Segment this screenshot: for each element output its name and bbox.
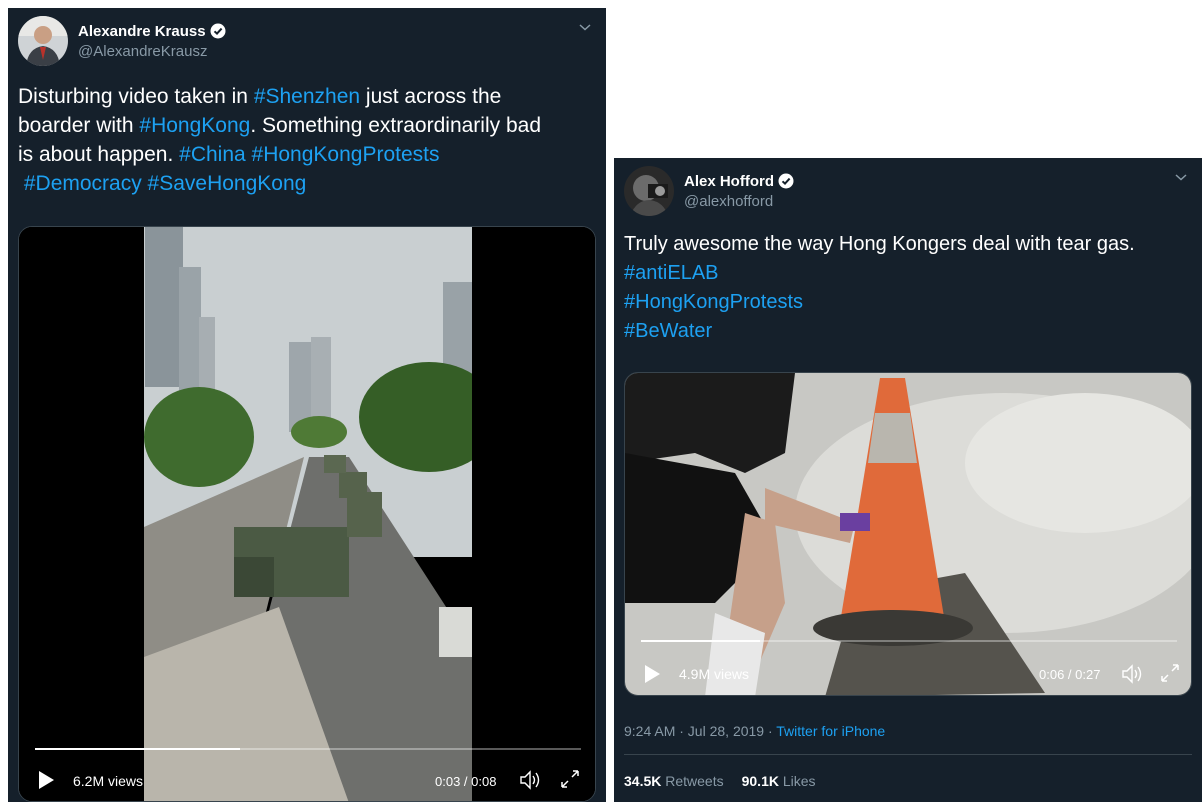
video-time: 0:06 / 0:27 [1039,667,1101,682]
play-icon[interactable] [37,770,55,790]
video-frame [625,373,1191,695]
handle[interactable]: @AlexandreKrausz [78,43,226,60]
likes-label: Likes [782,773,816,789]
hashtag-link[interactable]: #Shenzhen [254,85,360,108]
tweet-text: Disturbing video taken in #Shenzhen just… [18,82,541,198]
view-count: 4.9M views [679,666,750,682]
video-player[interactable]: 4.9M views 0:06 / 0:27 [624,372,1192,696]
retweets-count: 34.5K [624,773,662,789]
video-frame [19,227,595,801]
hashtag-link[interactable]: #Democracy #SaveHongKong [24,172,307,195]
progress-fill [641,640,760,642]
progress-track[interactable] [641,640,1177,642]
divider [624,754,1192,755]
volume-icon[interactable] [1121,663,1143,685]
tweet-source-link[interactable]: Twitter for iPhone [776,723,885,739]
avatar[interactable] [624,166,674,216]
fullscreen-icon[interactable] [1159,662,1181,684]
fullscreen-icon[interactable] [559,768,581,790]
timestamp-text[interactable]: 9:24 AM · Jul 28, 2019 · [624,723,776,739]
video-player[interactable]: 6.2M views 0:03 / 0:08 [18,226,596,802]
display-name[interactable]: Alexandre Krauss [78,23,226,40]
display-name[interactable]: Alex Hofford [684,173,794,190]
view-count: 6.2M views [73,773,144,789]
tweet-card[interactable]: Alexandre Krauss @AlexandreKrausz Distur… [8,8,606,802]
chevron-down-icon[interactable] [578,22,592,32]
retweets-stat[interactable]: 34.5K Retweets [624,773,724,789]
chevron-down-icon[interactable] [1174,172,1188,182]
tweet-stats: 34.5K Retweets 90.1K Likes [624,773,816,789]
tweet-header: Alexandre Krauss @AlexandreKrausz [18,16,226,66]
hashtag-link[interactable]: #HongKong [139,114,250,137]
likes-stat[interactable]: 90.1K Likes [742,773,816,789]
tweet-timestamp: 9:24 AM · Jul 28, 2019 · Twitter for iPh… [624,723,885,739]
likes-count: 90.1K [741,773,779,789]
progress-track[interactable] [35,748,581,750]
handle[interactable]: @alexhofford [684,193,794,210]
tweet-card[interactable]: Alex Hofford @alexhofford Truly awesome … [614,158,1202,802]
retweets-label: Retweets [665,773,724,789]
display-name-text[interactable]: Alex Hofford [684,173,774,190]
tweet-text-segment: Truly awesome the way Hong Kongers deal … [624,233,1135,255]
tweet-text: Truly awesome the way Hong Kongers deal … [624,230,1135,346]
progress-fill [35,748,240,750]
tweet-header: Alex Hofford @alexhofford [624,166,794,216]
verified-badge-icon [778,173,794,189]
volume-icon[interactable] [519,769,541,791]
video-time: 0:03 / 0:08 [435,774,497,789]
hashtag-link[interactable]: #antiELAB #HongKongProtests #BeWater [624,262,803,342]
avatar[interactable] [18,16,68,66]
display-name-text[interactable]: Alexandre Krauss [78,23,206,40]
play-icon[interactable] [643,664,661,684]
verified-badge-icon [210,23,226,39]
tweet-text-segment: Disturbing video taken in [18,85,254,108]
hashtag-link[interactable]: #China #HongKongProtests [179,143,439,166]
